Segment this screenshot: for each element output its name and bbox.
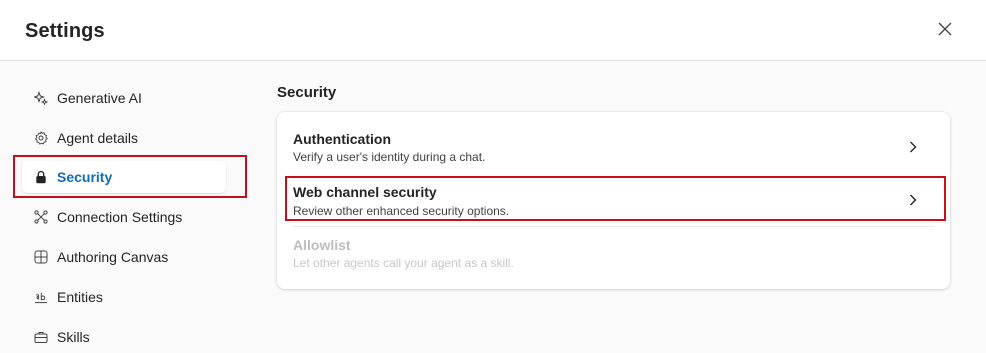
sidebar-item-label: Entities xyxy=(57,289,103,305)
option-allowlist: Allowlist Let other agents call your age… xyxy=(277,228,950,283)
chevron-right-icon xyxy=(907,140,919,154)
sidebar-item-label: Generative AI xyxy=(57,90,142,106)
sidebar-item-label: Agent details xyxy=(57,130,138,146)
close-button[interactable] xyxy=(935,21,955,41)
sparkle-icon xyxy=(34,91,48,105)
sidebar-item-label: Security xyxy=(57,169,113,185)
sidebar-item-skills[interactable]: Skills xyxy=(22,321,226,353)
sidebar-item-entities[interactable]: Entities xyxy=(22,281,226,313)
close-icon xyxy=(938,22,952,41)
sidebar-item-connection-settings[interactable]: Connection Settings xyxy=(22,201,226,233)
chevron-right-icon xyxy=(907,193,919,207)
connection-icon xyxy=(34,210,48,224)
sidebar-item-security[interactable]: Security xyxy=(22,161,226,193)
sidebar-item-label: Authoring Canvas xyxy=(57,249,169,265)
option-authentication[interactable]: Authentication Verify a user's identity … xyxy=(277,112,950,170)
section-title: Security xyxy=(277,84,337,101)
option-title: Web channel security xyxy=(293,184,437,200)
gear-icon xyxy=(34,131,48,145)
sidebar-item-agent-details[interactable]: Agent details xyxy=(22,122,226,154)
sidebar-item-generative-ai[interactable]: Generative AI xyxy=(22,82,226,114)
option-description: Review other enhanced security options. xyxy=(293,204,510,218)
settings-dialog: Settings Generative AI Agent details Sec… xyxy=(0,0,986,353)
option-title: Authentication xyxy=(293,131,391,147)
sidebar-item-label: Connection Settings xyxy=(57,209,183,225)
briefcase-icon xyxy=(34,330,48,344)
option-title: Allowlist xyxy=(293,237,351,253)
dialog-header: Settings xyxy=(0,0,986,61)
divider xyxy=(293,226,934,227)
grid-icon xyxy=(34,250,48,264)
lock-icon xyxy=(34,170,48,184)
sidebar-item-authoring-canvas[interactable]: Authoring Canvas xyxy=(22,241,226,273)
sidebar: Generative AI Agent details Security Con… xyxy=(0,61,260,353)
text-ab-icon xyxy=(34,290,48,304)
dialog-title: Settings xyxy=(25,20,105,42)
option-description: Verify a user's identity during a chat. xyxy=(293,150,486,164)
option-description: Let other agents call your agent as a sk… xyxy=(293,256,514,270)
security-options-card: Authentication Verify a user's identity … xyxy=(277,112,950,289)
sidebar-item-label: Skills xyxy=(57,329,90,345)
option-web-channel-security[interactable]: Web channel security Review other enhanc… xyxy=(277,176,950,224)
